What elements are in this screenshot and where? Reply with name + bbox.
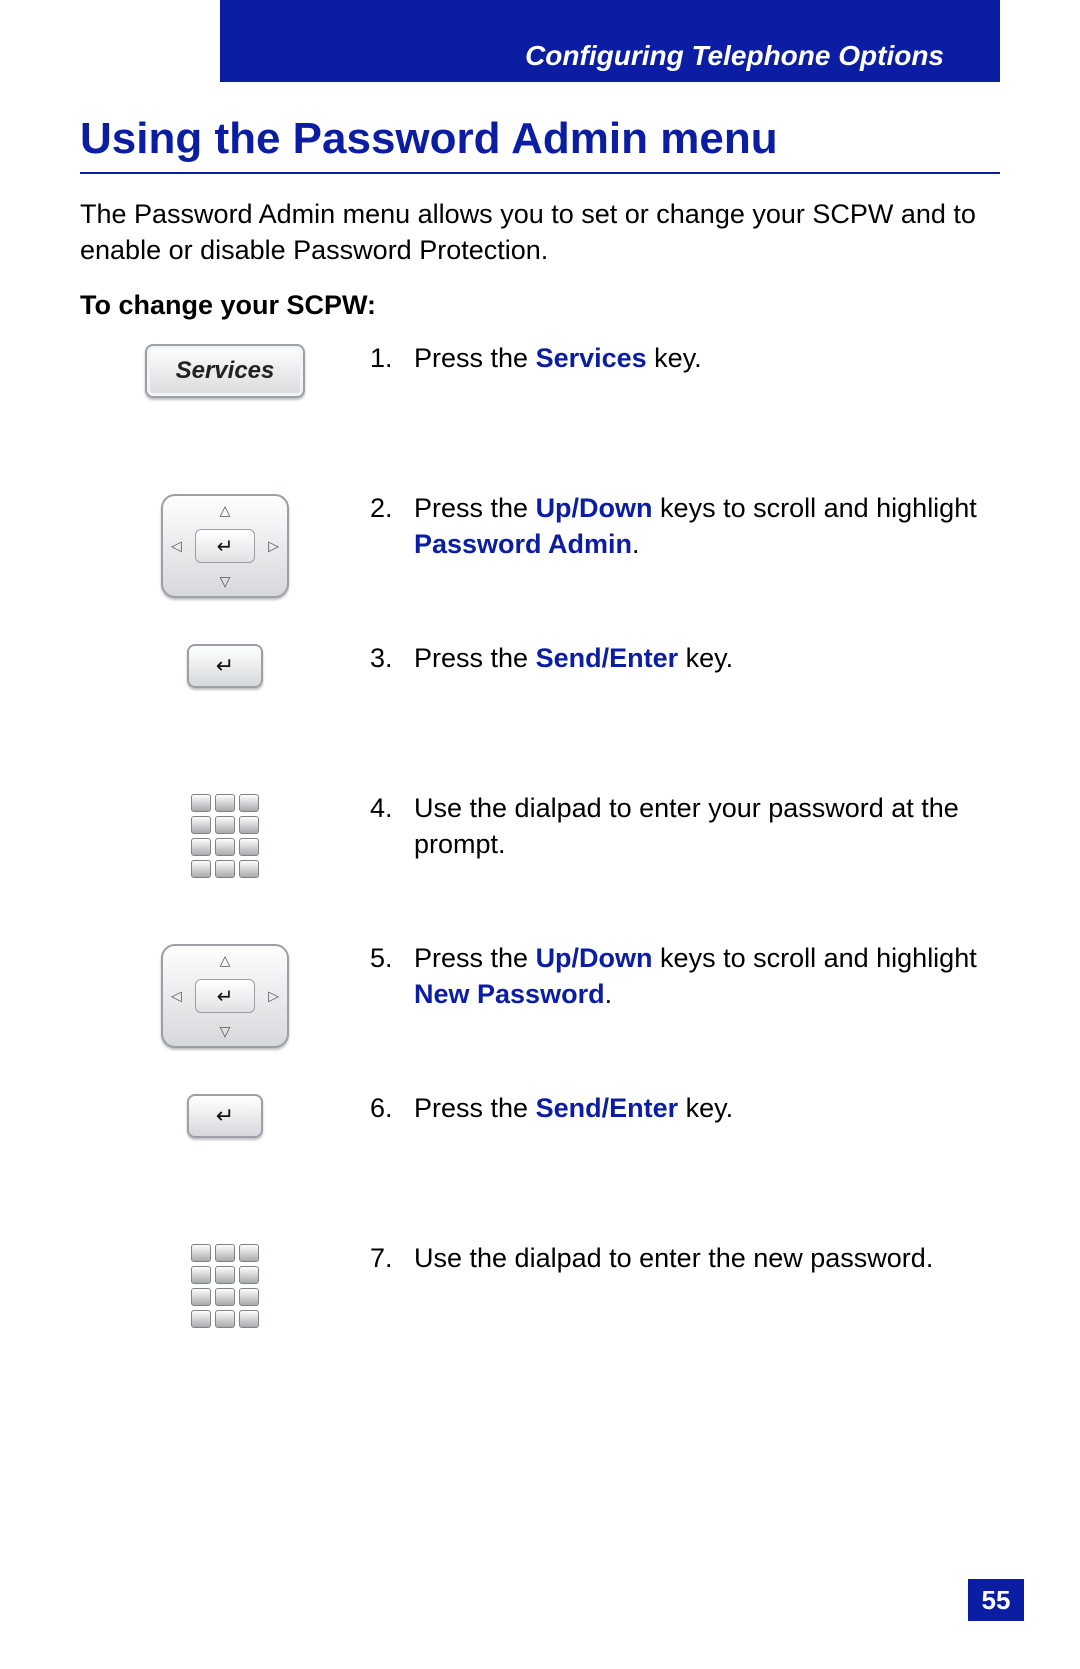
step-text: 6.Press the Send/Enter key.: [370, 1090, 1000, 1126]
page-title: Using the Password Admin menu: [80, 114, 778, 164]
keyword: Up/Down: [536, 943, 653, 973]
dialpad-icon: [191, 794, 259, 878]
step-icon-cell: [80, 1240, 370, 1328]
step-text-fragment: .: [605, 979, 613, 1009]
step-text: 5.Press the Up/Down keys to scroll and h…: [370, 940, 1000, 1013]
services-key-icon: Services: [145, 344, 305, 398]
intro-paragraph: The Password Admin menu allows you to se…: [80, 196, 1000, 269]
step-number: 6.: [370, 1090, 414, 1126]
title-divider: [80, 172, 1000, 174]
step-text-fragment: Press the: [414, 1093, 536, 1123]
step-body: Press the Send/Enter key.: [414, 1090, 733, 1126]
step-text-fragment: Use the dialpad to enter the new passwor…: [414, 1243, 933, 1273]
keyword: Send/Enter: [536, 643, 679, 673]
enter-key-icon: ↵: [187, 644, 263, 688]
step-text-fragment: Press the: [414, 643, 536, 673]
step-text-fragment: key.: [678, 1093, 733, 1123]
step-body: Press the Send/Enter key.: [414, 640, 733, 676]
step-icon-cell: Services: [80, 340, 370, 398]
step-icon-cell: [80, 790, 370, 878]
step-text: 2.Press the Up/Down keys to scroll and h…: [370, 490, 1000, 563]
step-text-fragment: keys to scroll and highlight: [653, 943, 977, 973]
step-body: Press the Up/Down keys to scroll and hig…: [414, 940, 1000, 1013]
keyword: Up/Down: [536, 493, 653, 523]
step-text-fragment: Press the: [414, 343, 536, 373]
step-body: Press the Services key.: [414, 340, 702, 376]
enter-key-icon: ↵: [187, 1094, 263, 1138]
step-body: Use the dialpad to enter your password a…: [414, 790, 1000, 863]
navigation-pad-icon: △▽◁▷↵: [161, 944, 289, 1048]
step-text-fragment: Press the: [414, 943, 536, 973]
step-row: 7.Use the dialpad to enter the new passw…: [80, 1240, 1000, 1366]
step-number: 1.: [370, 340, 414, 376]
document-page: Configuring Telephone Options Using the …: [0, 0, 1080, 1669]
step-text: 3.Press the Send/Enter key.: [370, 640, 1000, 676]
step-icon-cell: ↵: [80, 640, 370, 688]
step-number: 2.: [370, 490, 414, 563]
keyword: Services: [536, 343, 647, 373]
step-text-fragment: key.: [647, 343, 702, 373]
step-body: Use the dialpad to enter the new passwor…: [414, 1240, 933, 1276]
step-text: 1.Press the Services key.: [370, 340, 1000, 376]
step-text-fragment: .: [632, 529, 640, 559]
step-icon-cell: △▽◁▷↵: [80, 940, 370, 1048]
step-body: Press the Up/Down keys to scroll and hig…: [414, 490, 1000, 563]
keyword: New Password: [414, 979, 605, 1009]
step-row: Services1.Press the Services key.: [80, 340, 1000, 466]
steps-list: Services1.Press the Services key.△▽◁▷↵2.…: [80, 340, 1000, 1390]
keyword: Send/Enter: [536, 1093, 679, 1123]
step-icon-cell: △▽◁▷↵: [80, 490, 370, 598]
page-number: 55: [968, 1579, 1024, 1621]
subheading: To change your SCPW:: [80, 290, 376, 321]
step-text: 7.Use the dialpad to enter the new passw…: [370, 1240, 1000, 1276]
step-row: ↵ 3.Press the Send/Enter key.: [80, 640, 1000, 766]
step-row: 4.Use the dialpad to enter your password…: [80, 790, 1000, 916]
step-number: 5.: [370, 940, 414, 1013]
step-text-fragment: key.: [678, 643, 733, 673]
keyword: Password Admin: [414, 529, 632, 559]
step-icon-cell: ↵: [80, 1090, 370, 1138]
dialpad-icon: [191, 1244, 259, 1328]
step-row: ↵ 6.Press the Send/Enter key.: [80, 1090, 1000, 1216]
header-band: Configuring Telephone Options: [220, 0, 1000, 82]
step-row: △▽◁▷↵ 2.Press the Up/Down keys to scroll …: [80, 490, 1000, 616]
step-number: 7.: [370, 1240, 414, 1276]
step-text-fragment: keys to scroll and highlight: [653, 493, 977, 523]
step-number: 4.: [370, 790, 414, 863]
step-text: 4.Use the dialpad to enter your password…: [370, 790, 1000, 863]
step-row: △▽◁▷↵ 5.Press the Up/Down keys to scroll …: [80, 940, 1000, 1066]
step-text-fragment: Use the dialpad to enter your password a…: [414, 793, 959, 859]
section-title: Configuring Telephone Options: [525, 40, 944, 72]
step-number: 3.: [370, 640, 414, 676]
step-text-fragment: Press the: [414, 493, 536, 523]
navigation-pad-icon: △▽◁▷↵: [161, 494, 289, 598]
